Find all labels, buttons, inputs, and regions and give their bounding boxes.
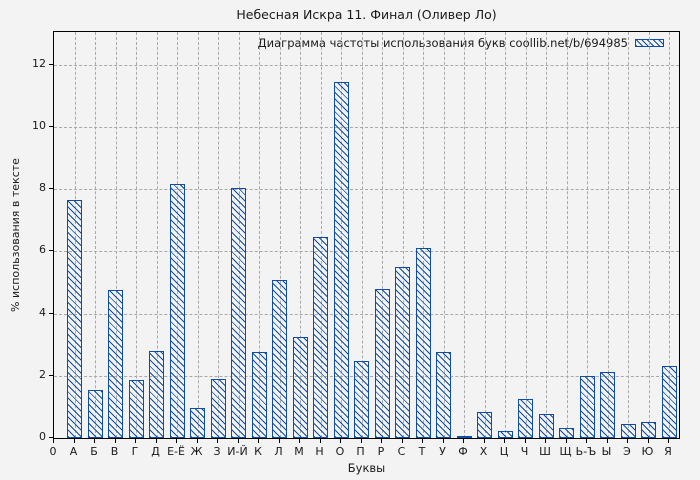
x-tick-mark	[381, 439, 382, 443]
y-tick-mark	[49, 250, 53, 252]
v-gridline	[464, 32, 465, 438]
y-tick-mark	[49, 374, 53, 376]
bar-Р	[374, 289, 390, 438]
y-tick-label: 12	[32, 56, 46, 70]
bar-Э	[620, 423, 636, 438]
x-tick-mark	[463, 439, 464, 443]
v-gridline	[218, 32, 219, 438]
x-tick-mark	[442, 439, 444, 443]
h-gridline	[54, 64, 679, 66]
y-tick-mark	[49, 188, 53, 190]
x-tick-mark	[114, 439, 116, 443]
v-gridline	[505, 32, 506, 438]
x-tick-mark	[319, 439, 321, 443]
legend-swatch-icon	[635, 39, 664, 47]
bar-В	[108, 289, 123, 438]
plot-area: Диаграмма частоты использования букв coo…	[53, 31, 680, 439]
bar-Ю	[641, 421, 656, 438]
bar-К	[251, 351, 267, 438]
x-tick-mark	[422, 439, 423, 443]
y-tick-label: 4	[39, 305, 46, 319]
x-tick-mark	[299, 439, 300, 443]
bar-З	[210, 379, 226, 438]
v-gridline	[648, 32, 650, 438]
x-tick-mark	[504, 439, 505, 443]
h-gridline	[54, 251, 679, 253]
bar-П	[354, 361, 369, 438]
x-tick-mark	[53, 439, 54, 443]
bar-И-Й	[231, 187, 246, 438]
bar-У	[436, 352, 451, 438]
v-gridline	[197, 32, 199, 438]
bar-Н	[313, 236, 328, 438]
v-gridline	[95, 32, 96, 438]
bar-Ч	[518, 398, 533, 438]
v-gridline	[566, 32, 568, 438]
y-tick-label: 6	[39, 243, 46, 257]
x-tick-mark	[360, 439, 362, 443]
bar-Е-Ё	[169, 183, 185, 438]
x-tick-mark	[606, 439, 608, 443]
x-tick-mark	[258, 439, 259, 443]
x-tick-mark	[217, 439, 218, 443]
y-tick-label: 2	[39, 367, 46, 381]
bar-Г	[128, 380, 144, 438]
x-tick-mark	[94, 439, 95, 443]
bar-Х	[477, 411, 492, 438]
x-tick-mark	[401, 439, 403, 443]
bar-Ц	[497, 430, 513, 438]
x-tick-mark	[524, 439, 526, 443]
x-tick-mark	[586, 439, 587, 443]
v-gridline	[628, 32, 629, 438]
v-gridline	[484, 32, 486, 438]
letter-frequency-chart-figure: Небесная Искра 11. Финал (Оливер Ло) % и…	[0, 0, 700, 480]
v-gridline	[546, 32, 547, 438]
x-tick-mark	[668, 439, 669, 443]
y-tick-mark	[49, 125, 53, 127]
bar-М	[292, 337, 308, 438]
y-tick-label: 0	[39, 430, 46, 443]
bar-Я	[661, 366, 677, 438]
v-gridline	[525, 32, 527, 438]
x-tick-mark	[176, 439, 177, 443]
x-tick-mark	[627, 439, 628, 443]
bar-О	[333, 81, 349, 438]
v-gridline	[136, 32, 137, 438]
y-tick-label: 10	[32, 118, 46, 132]
y-tick-label: 8	[39, 181, 46, 195]
h-gridline	[54, 313, 679, 315]
y-tick-mark	[49, 437, 53, 438]
y-tick-mark	[49, 312, 53, 314]
x-axis-label: Буквы	[347, 461, 386, 475]
x-tick-mark	[73, 439, 75, 443]
x-tick-mark	[483, 439, 485, 443]
bar-Д	[149, 350, 164, 438]
h-gridline	[54, 126, 679, 128]
x-tick-mark	[278, 439, 280, 443]
bar-Ы	[600, 372, 615, 438]
x-tick-mark	[340, 439, 341, 443]
legend: Диаграмма частоты использования букв coo…	[258, 36, 664, 50]
x-tick-mark	[565, 439, 567, 443]
bar-Л	[272, 280, 287, 438]
bar-А	[67, 200, 82, 438]
x-tick-label: Я	[664, 445, 672, 458]
bar-С	[395, 266, 410, 438]
bar-Ф	[456, 435, 472, 438]
bar-Б	[87, 389, 103, 438]
x-tick-mark	[545, 439, 546, 443]
x-tick-mark	[155, 439, 157, 443]
bar-Ш	[538, 414, 554, 438]
y-tick-mark	[49, 63, 53, 65]
x-tick-mark	[196, 439, 198, 443]
bar-Ь-Ъ	[579, 375, 595, 438]
bar-Щ	[559, 427, 574, 438]
h-gridline	[54, 189, 679, 191]
x-tick-mark	[237, 439, 239, 443]
x-tick-mark	[135, 439, 136, 443]
x-tick-mark	[647, 439, 649, 443]
bar-Т	[415, 247, 431, 438]
chart-title: Небесная Искра 11. Финал (Оливер Ло)	[236, 7, 497, 22]
bar-Ж	[190, 408, 205, 438]
